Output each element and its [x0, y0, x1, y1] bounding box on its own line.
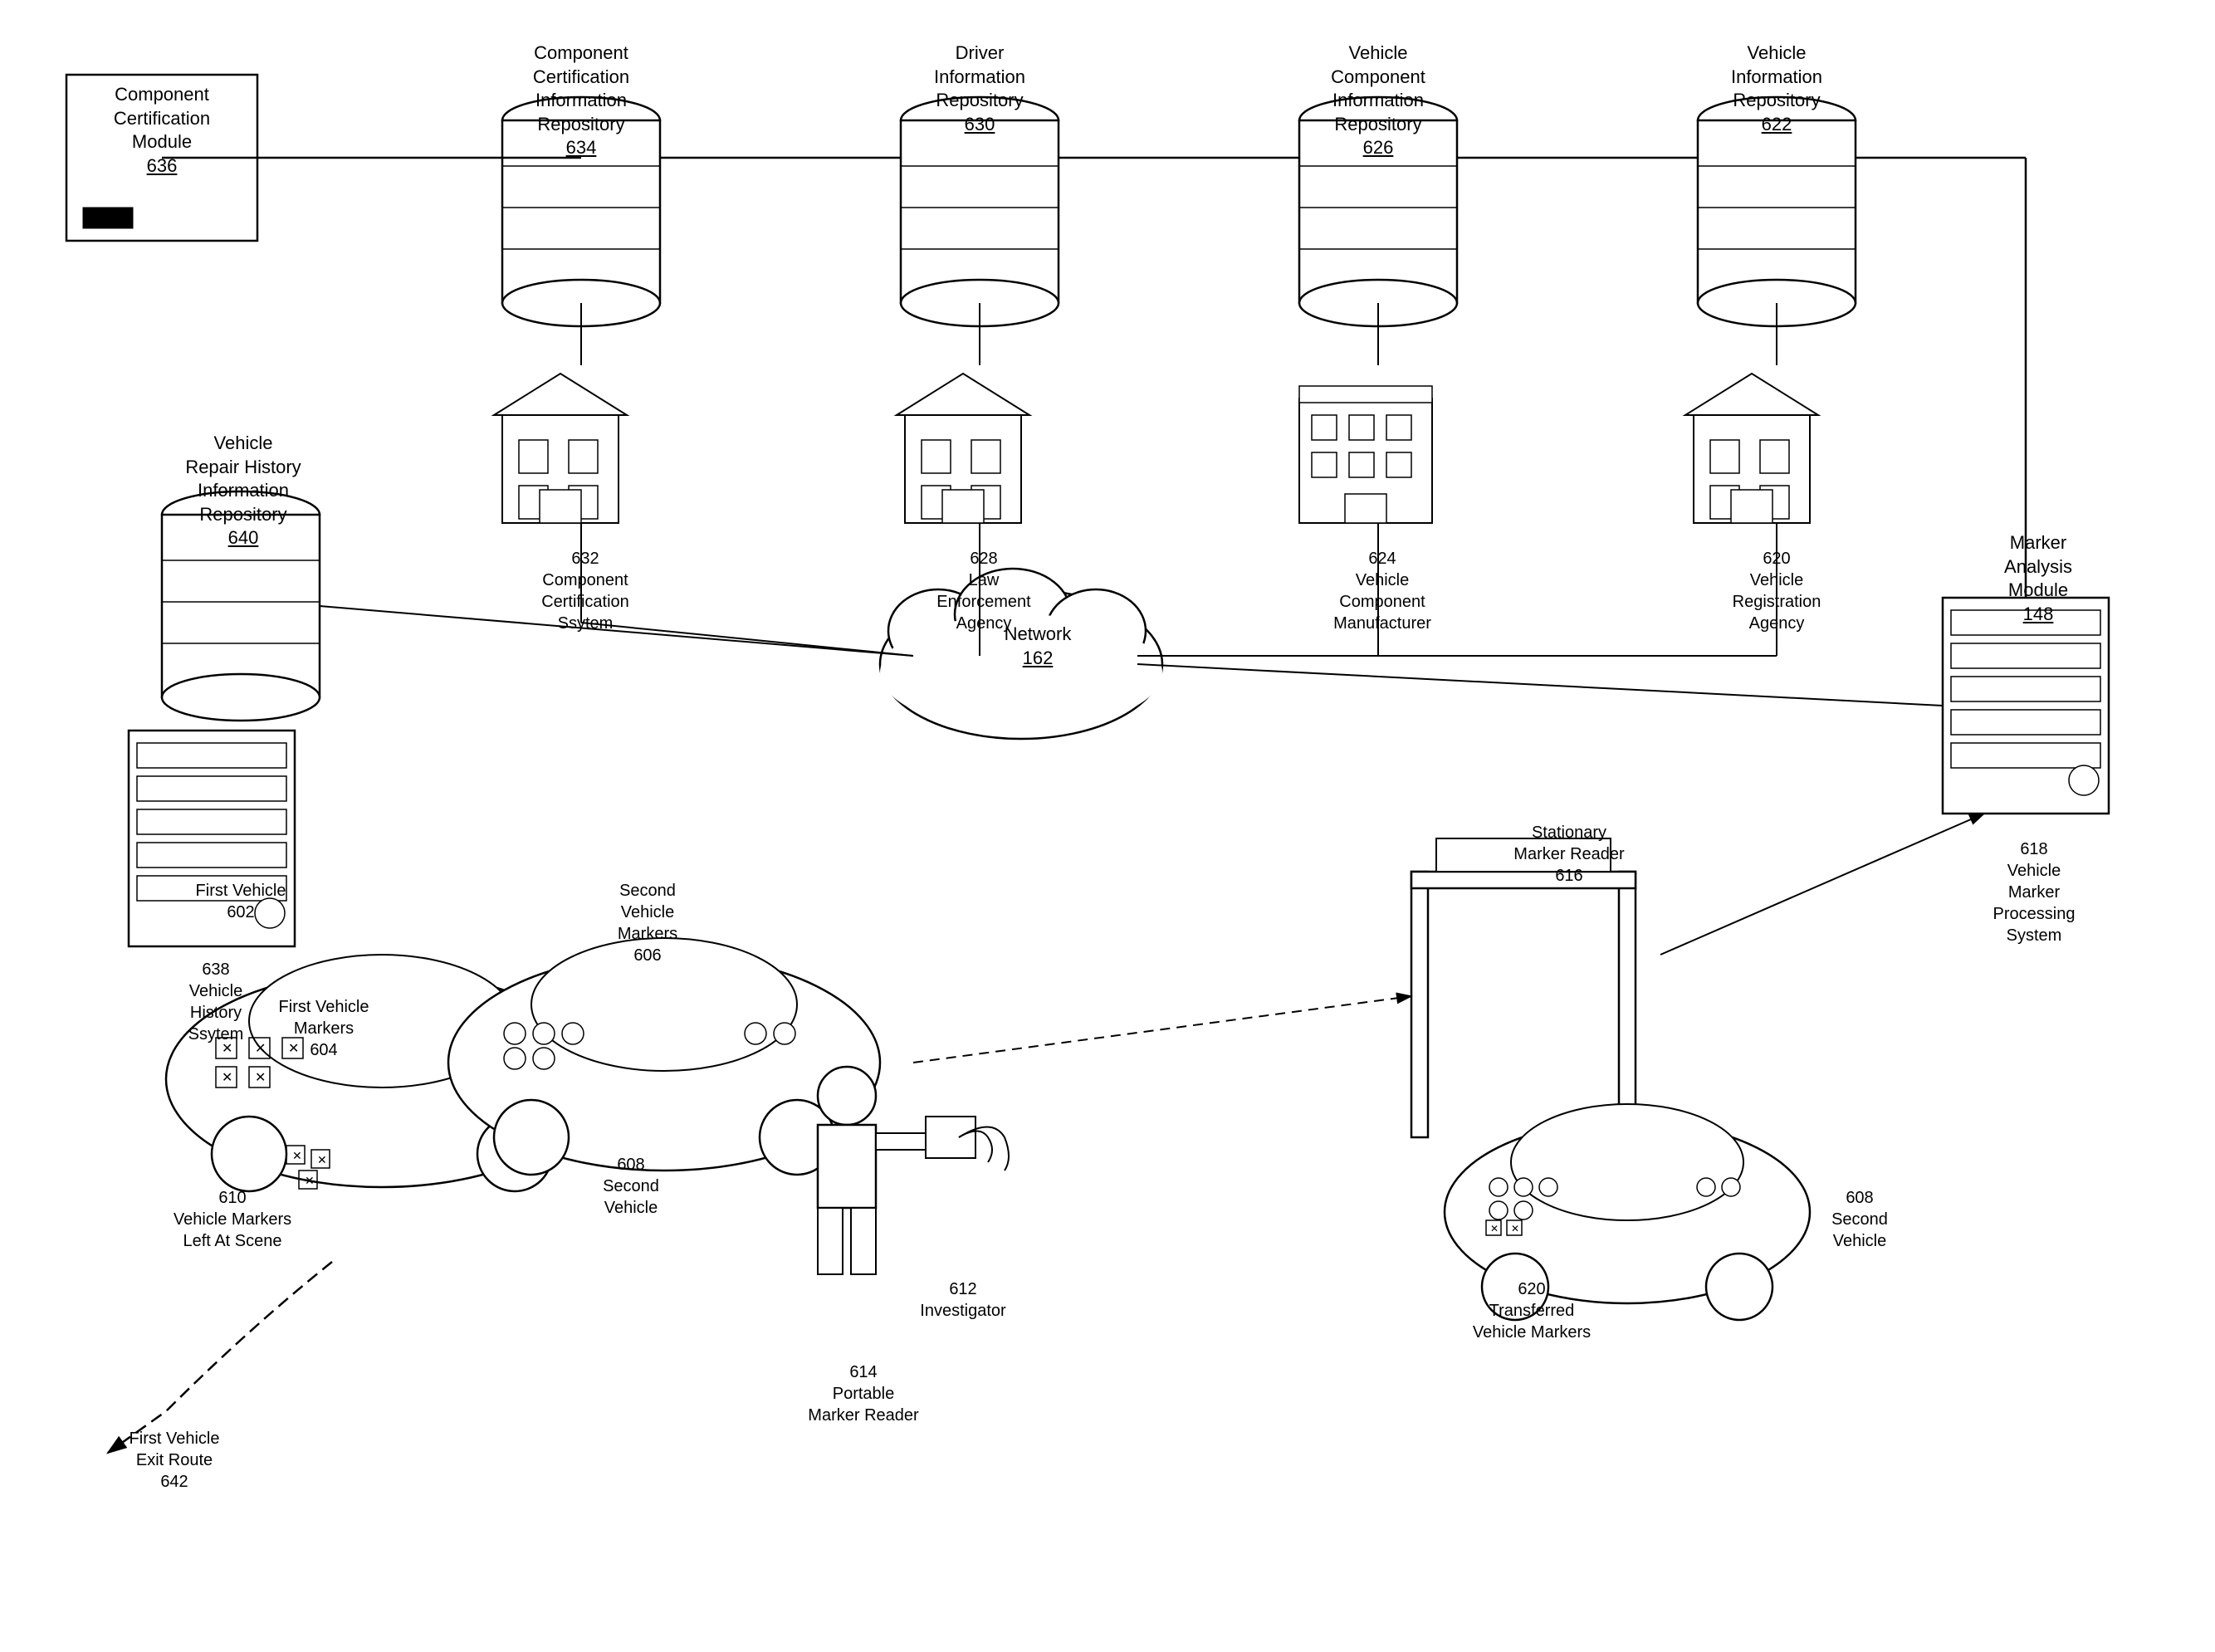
svg-text:✕: ✕	[222, 1071, 232, 1085]
investigator-figure	[818, 1067, 1009, 1274]
building-component-cert	[494, 374, 627, 523]
label-vehicle-markers-scene: 610Vehicle MarkersLeft At Scene	[125, 1187, 340, 1252]
label-first-vehicle-exit: First VehicleExit Route642	[66, 1428, 282, 1493]
label-portable-reader: 614PortableMarker Reader	[772, 1361, 955, 1426]
building-vehicle-manufacturer	[1299, 386, 1432, 523]
label-component-cert-module: Component Certification Module 636	[71, 83, 253, 178]
label-law-enforcement: 628LawEnforcementAgency	[901, 548, 1067, 634]
building-vehicle-registration	[1685, 374, 1818, 523]
building-law-enforcement	[897, 374, 1029, 523]
svg-text:✕: ✕	[317, 1153, 327, 1166]
svg-text:✕: ✕	[305, 1174, 315, 1187]
label-component-cert-system: 632ComponentCertificationSsytem	[502, 548, 668, 634]
svg-text:✕: ✕	[1511, 1223, 1519, 1234]
label-vehicle-repair-repo: VehicleRepair HistoryInformationReposito…	[123, 432, 364, 550]
diagram-svg: ✕ ✕ ✕ ✕ ✕ ✕ ✕	[0, 0, 2215, 1652]
label-first-vehicle: First Vehicle602	[166, 880, 315, 923]
svg-text:✕: ✕	[292, 1149, 302, 1162]
label-marker-analysis: MarkerAnalysisModule 148	[1943, 531, 2134, 626]
label-second-vehicle-right: 608SecondVehicle	[1785, 1187, 1934, 1252]
diagram-container: ✕ ✕ ✕ ✕ ✕ ✕ ✕	[0, 0, 2215, 1652]
label-vehicle-registration: 620VehicleRegistrationAgency	[1694, 548, 1860, 634]
label-vehicle-component-repo: VehicleComponentInformationRepository 62…	[1299, 42, 1457, 160]
label-stationary-reader: StationaryMarker Reader616	[1461, 822, 1677, 887]
label-network: Network162	[955, 623, 1121, 670]
svg-text:✕: ✕	[255, 1071, 266, 1085]
label-investigator: 612Investigator	[897, 1278, 1029, 1322]
label-first-vehicle-markers: First VehicleMarkers604	[241, 996, 407, 1061]
label-component-cert-repo: ComponentCertificationInformationReposit…	[502, 42, 660, 160]
server-marker-analysis	[1943, 598, 2109, 814]
label-second-vehicle-markers: SecondVehicleMarkers606	[565, 880, 731, 966]
second-vehicle-left	[448, 938, 880, 1175]
label-vehicle-marker-processing: 618VehicleMarkerProcessingSystem	[1905, 838, 2163, 946]
label-vehicle-info-repo: VehicleInformationRepository 622	[1698, 42, 1856, 136]
label-transferred-markers: 620TransferredVehicle Markers	[1420, 1278, 1644, 1343]
label-vehicle-manufacturer: 624VehicleComponentManufacturer	[1295, 548, 1469, 634]
label-second-vehicle-left: 608SecondVehicle	[565, 1154, 697, 1219]
label-driver-info-repo: DriverInformationRepository 630	[901, 42, 1059, 136]
svg-text:✕: ✕	[1490, 1223, 1499, 1234]
